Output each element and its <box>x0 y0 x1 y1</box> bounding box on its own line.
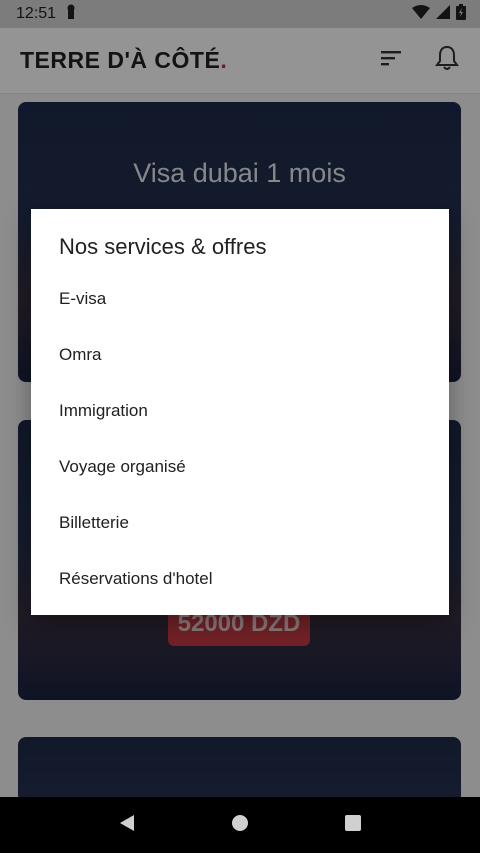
home-icon <box>231 814 249 837</box>
back-icon <box>118 813 136 838</box>
dialog-list: E-visa Omra Immigration Voyage organisé … <box>31 271 449 607</box>
dialog-item-omra[interactable]: Omra <box>31 327 449 383</box>
back-button[interactable] <box>107 805 147 845</box>
dialog-item-voyage[interactable]: Voyage organisé <box>31 439 449 495</box>
dialog-item-evisa[interactable]: E-visa <box>31 271 449 327</box>
services-dialog: Nos services & offres E-visa Omra Immigr… <box>31 209 449 615</box>
navigation-bar <box>0 797 480 853</box>
recents-icon <box>344 814 362 837</box>
recents-button[interactable] <box>333 805 373 845</box>
dialog-item-hotel[interactable]: Réservations d'hotel <box>31 551 449 607</box>
dialog-title: Nos services & offres <box>59 234 267 259</box>
home-button[interactable] <box>220 805 260 845</box>
dialog-item-immigration[interactable]: Immigration <box>31 383 449 439</box>
dialog-item-billetterie[interactable]: Billetterie <box>31 495 449 551</box>
